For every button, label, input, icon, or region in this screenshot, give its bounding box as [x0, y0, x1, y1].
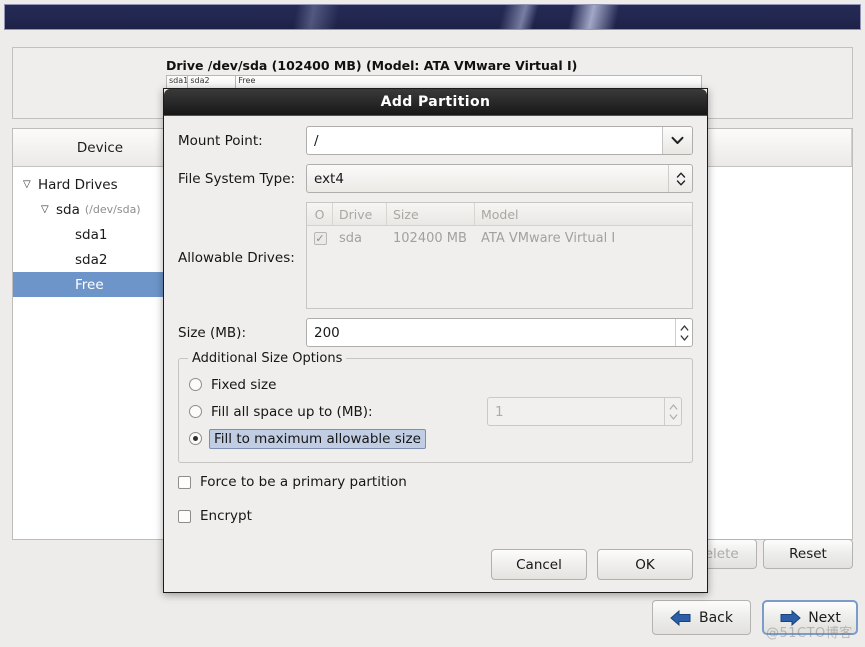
mount-point-label: Mount Point: — [178, 132, 263, 149]
spinner-arrows-icon — [664, 398, 681, 425]
next-button-label: Next — [808, 609, 841, 626]
installer-header-banner — [4, 4, 861, 30]
drives-table-row: ✓ sda 102400 MB ATA VMware Virtual I — [307, 226, 692, 250]
arrow-left-icon — [670, 609, 692, 626]
fill-all-space-value: 1 — [495, 403, 504, 420]
radio-icon-selected[interactable] — [189, 432, 202, 445]
radio-fill-all-space[interactable]: Fill all space up to (MB): 1 — [189, 397, 682, 426]
checkbox-icon[interactable] — [178, 509, 191, 523]
allowable-drives-table[interactable]: O Drive Size Model ✓ sda 102400 MB ATA V… — [306, 202, 693, 309]
radio-fixed-size-label: Fixed size — [211, 376, 277, 393]
file-system-type-label: File System Type: — [178, 170, 296, 187]
allowable-drives-row: Allowable Drives: O Drive Size Model ✓ s… — [178, 202, 693, 309]
fill-all-space-spinner: 1 — [487, 397, 682, 426]
column-header-device[interactable]: Device — [13, 129, 188, 166]
dialog-body: Mount Point: / File System Type: ext4 Al… — [164, 116, 707, 592]
tree-item-sda1[interactable]: sda1 — [13, 222, 188, 247]
radio-fill-all-space-label: Fill all space up to (MB): — [211, 403, 373, 420]
arrow-right-icon — [779, 609, 801, 626]
tree-item-label: sda — [56, 201, 80, 218]
chevron-up-down-icon[interactable] — [668, 165, 692, 192]
size-spinner[interactable]: 200 — [306, 318, 693, 347]
back-button-label: Back — [699, 609, 733, 626]
twisty-open-icon[interactable]: ▽ — [23, 179, 38, 190]
radio-fill-to-maximum[interactable]: Fill to maximum allowable size — [189, 425, 682, 452]
file-system-type-value[interactable]: ext4 — [307, 171, 668, 187]
mount-point-combo[interactable]: / — [306, 126, 693, 155]
radio-icon[interactable] — [189, 405, 202, 418]
checkbox-force-primary[interactable]: Force to be a primary partition — [178, 467, 693, 497]
tree-item-label: Hard Drives — [38, 176, 118, 193]
file-system-type-row: File System Type: ext4 — [178, 164, 693, 193]
radio-fill-to-maximum-label: Fill to maximum allowable size — [209, 428, 426, 449]
tree-item-hard-drives[interactable]: ▽ Hard Drives — [13, 172, 188, 197]
drive-model: ATA VMware Virtual I — [481, 230, 616, 246]
drive-checkbox: ✓ — [307, 226, 333, 250]
add-partition-dialog: Add Partition Mount Point: / File System… — [163, 88, 708, 593]
tree-item-label: sda1 — [75, 226, 108, 243]
column-header-model: Model — [481, 206, 519, 222]
fill-all-space-spinner-wrap: 1 — [487, 397, 682, 426]
size-label: Size (MB): — [178, 324, 246, 341]
ok-button[interactable]: OK — [597, 549, 693, 580]
mount-point-row: Mount Point: / — [178, 126, 693, 155]
tree-item-sda2[interactable]: sda2 — [13, 247, 188, 272]
mount-point-value[interactable]: / — [307, 133, 662, 149]
dialog-button-bar: Cancel OK — [491, 549, 693, 580]
radio-fixed-size[interactable]: Fixed size — [189, 371, 682, 398]
back-button[interactable]: Back — [652, 600, 751, 635]
checkbox-icon[interactable] — [178, 475, 191, 489]
tree-item-free[interactable]: Free — [13, 272, 188, 297]
column-header-selected: O — [307, 203, 333, 225]
radio-icon[interactable] — [189, 378, 202, 391]
dialog-titlebar: Add Partition — [164, 89, 707, 116]
next-button[interactable]: Next — [762, 600, 858, 635]
tree-item-device-path: (/dev/sda) — [84, 203, 141, 216]
tree-item-sda[interactable]: ▽ sda (/dev/sda) — [13, 197, 188, 222]
tree-item-label: Free — [75, 276, 104, 293]
chevron-down-icon[interactable] — [662, 127, 692, 154]
additional-size-options-legend: Additional Size Options — [188, 351, 347, 366]
allowable-drives-label: Allowable Drives: — [178, 250, 295, 266]
twisty-open-icon[interactable]: ▽ — [41, 204, 56, 215]
size-row: Size (MB): 200 — [178, 318, 693, 347]
spinner-arrows-icon[interactable] — [675, 319, 692, 346]
column-header-size: Size — [387, 203, 475, 225]
size-value[interactable]: 200 — [307, 325, 675, 341]
column-header-drive: Drive — [333, 203, 387, 225]
checkbox-encrypt[interactable]: Encrypt — [178, 501, 693, 531]
dialog-title: Add Partition — [380, 94, 491, 110]
drives-table-header: O Drive Size Model — [307, 203, 692, 226]
reset-button[interactable]: Reset — [763, 539, 853, 569]
tree-item-label: sda2 — [75, 251, 108, 268]
checkmark-icon: ✓ — [313, 231, 327, 245]
checkbox-force-primary-label: Force to be a primary partition — [200, 474, 407, 490]
cancel-button[interactable]: Cancel — [491, 549, 587, 580]
additional-size-options-group: Additional Size Options Fixed size Fill … — [178, 351, 693, 463]
checkbox-encrypt-label: Encrypt — [200, 508, 252, 524]
drive-size: 102400 MB — [393, 230, 467, 246]
drive-name: sda — [339, 230, 362, 246]
file-system-type-combo[interactable]: ext4 — [306, 164, 693, 193]
drive-label: Drive /dev/sda (102400 MB) (Model: ATA V… — [166, 58, 578, 73]
